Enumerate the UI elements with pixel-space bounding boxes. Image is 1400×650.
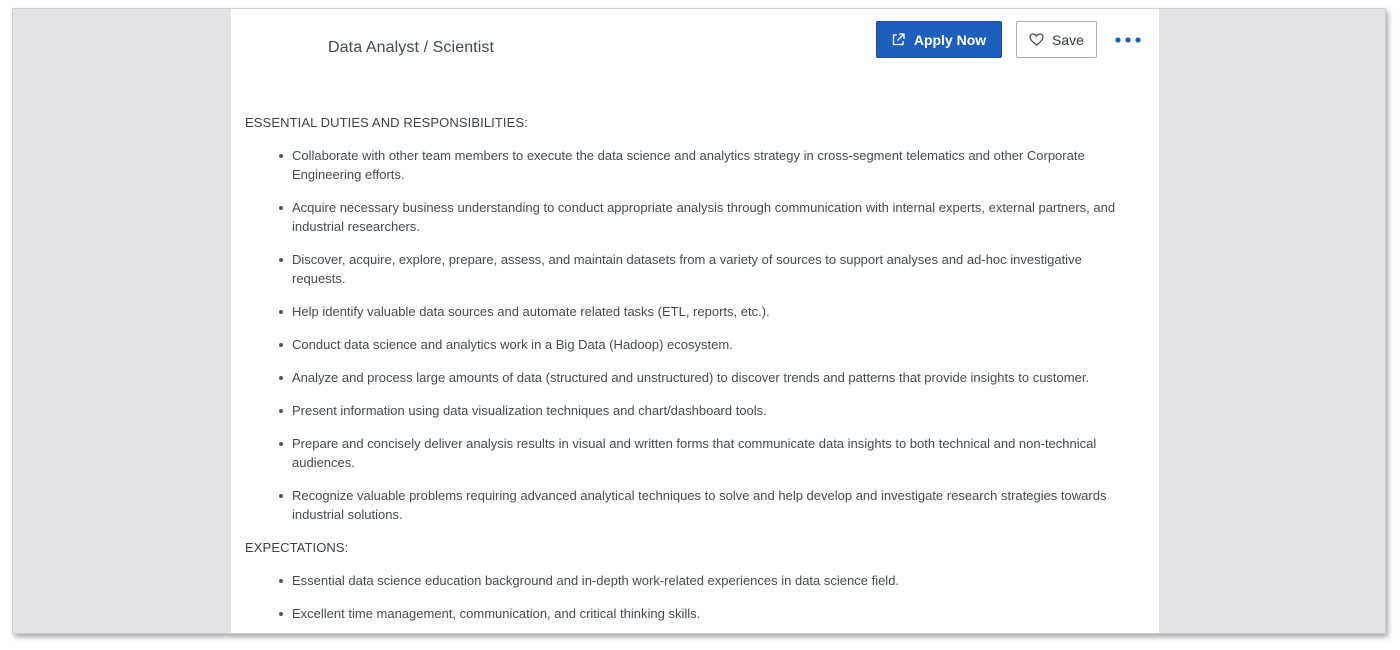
more-options-button[interactable] — [1113, 29, 1143, 49]
list-item: Essential data science education backgro… — [245, 571, 1135, 590]
job-header: Data Analyst / Scientist Apply Now Save — [231, 9, 1159, 89]
external-link-icon — [892, 33, 905, 46]
heart-outline-icon — [1029, 33, 1044, 46]
job-description: ESSENTIAL DUTIES AND RESPONSIBILITIES: C… — [245, 113, 1135, 633]
expectations-list: Essential data science education backgro… — [245, 571, 1135, 623]
apply-now-button[interactable]: Apply Now — [876, 21, 1002, 58]
save-button[interactable]: Save — [1016, 21, 1097, 58]
duties-list: Collaborate with other team members to e… — [245, 146, 1135, 524]
job-title: Data Analyst / Scientist — [328, 39, 495, 56]
list-item: Discover, acquire, explore, prepare, ass… — [245, 250, 1135, 288]
list-item: Conduct data science and analytics work … — [245, 335, 1135, 354]
page-viewport: Data Analyst / Scientist Apply Now Save … — [12, 8, 1386, 634]
apply-now-label: Apply Now — [913, 31, 987, 48]
ellipsis-horizontal-icon — [1115, 30, 1141, 48]
save-label: Save — [1052, 31, 1084, 48]
list-item: Prepare and concisely deliver analysis r… — [245, 434, 1135, 472]
list-item: Acquire necessary business understanding… — [245, 198, 1135, 236]
section-heading-expectations: EXPECTATIONS: — [245, 540, 349, 555]
job-detail-card: Data Analyst / Scientist Apply Now Save … — [231, 9, 1159, 633]
list-item: Analyze and process large amounts of dat… — [245, 368, 1135, 387]
list-item: Present information using data visualiza… — [245, 401, 1135, 420]
list-item: Excellent time management, communication… — [245, 604, 1135, 623]
list-item: Recognize valuable problems requiring ad… — [245, 486, 1135, 524]
list-item: Collaborate with other team members to e… — [245, 146, 1135, 184]
section-heading-duties: ESSENTIAL DUTIES AND RESPONSIBILITIES: — [245, 115, 528, 130]
list-item: Help identify valuable data sources and … — [245, 302, 1135, 321]
